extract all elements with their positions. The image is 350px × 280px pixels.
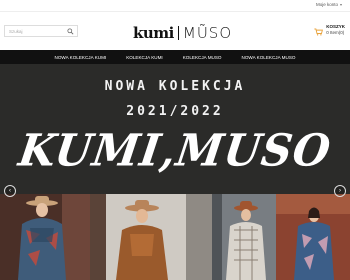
search-input[interactable]	[5, 26, 65, 36]
chevron-down-icon: ▾	[339, 2, 342, 7]
nav-item-kolekcja-muso[interactable]: KOLEKCJA MUSO	[173, 55, 232, 60]
nav-item-kolekcja-kumi[interactable]: KOLEKCJA KUMI	[116, 55, 173, 60]
slider-next-button[interactable]: ›	[334, 185, 346, 197]
model-photo	[0, 194, 90, 280]
hero-slider: NOWA KOLEKCJA 2021/2022 KUMI,MUSO ‹ ›	[0, 64, 350, 280]
logo-muso: MŨSO	[182, 24, 233, 42]
hero-brand-title: KUMI,MUSO	[15, 124, 335, 177]
model-illustration	[276, 194, 350, 280]
account-label: Moje konto	[315, 2, 338, 7]
search-icon[interactable]	[67, 28, 74, 35]
nav-item-nowa-kolekcja-kumi[interactable]: NOWA KOLEKCJA KUMI	[45, 55, 117, 60]
slider-prev-button[interactable]: ‹	[4, 185, 16, 197]
model-illustration	[212, 194, 276, 280]
model-illustration	[90, 194, 212, 280]
cart-button[interactable]: KOSZYK 0 Item(0)	[314, 24, 345, 36]
model-illustration	[0, 194, 90, 280]
main-nav: NOWA KOLEKCJA KUMI KOLEKCJA KUMI KOLEKCJ…	[0, 50, 350, 64]
cart-count: 0 Item(0)	[326, 30, 345, 35]
logo-divider	[177, 26, 179, 40]
chevron-left-icon: ‹	[9, 188, 11, 194]
hero-headline: NOWA KOLEKCJA	[104, 79, 246, 94]
nav-item-nowa-kolekcja-muso[interactable]: NOWA KOLEKCJA MUSO	[232, 55, 306, 60]
account-menu[interactable]: Moje konto ▾	[316, 2, 342, 7]
site-logo[interactable]: kumi MŨSO	[133, 23, 232, 43]
model-photo	[276, 194, 350, 280]
hero-photo-strip[interactable]	[0, 194, 350, 280]
cart-icon	[314, 28, 324, 36]
model-photo	[90, 194, 212, 280]
model-photo	[212, 194, 276, 280]
cart-title: KOSZYK	[326, 24, 345, 29]
search-box	[4, 25, 78, 37]
site-header: kumi MŨSO KOSZYK 0 Item(0)	[0, 13, 350, 51]
top-bar: Moje konto ▾	[0, 0, 350, 12]
hero-season: 2021/2022	[126, 104, 224, 119]
chevron-right-icon: ›	[339, 188, 341, 194]
logo-kumi: kumi	[133, 24, 174, 42]
